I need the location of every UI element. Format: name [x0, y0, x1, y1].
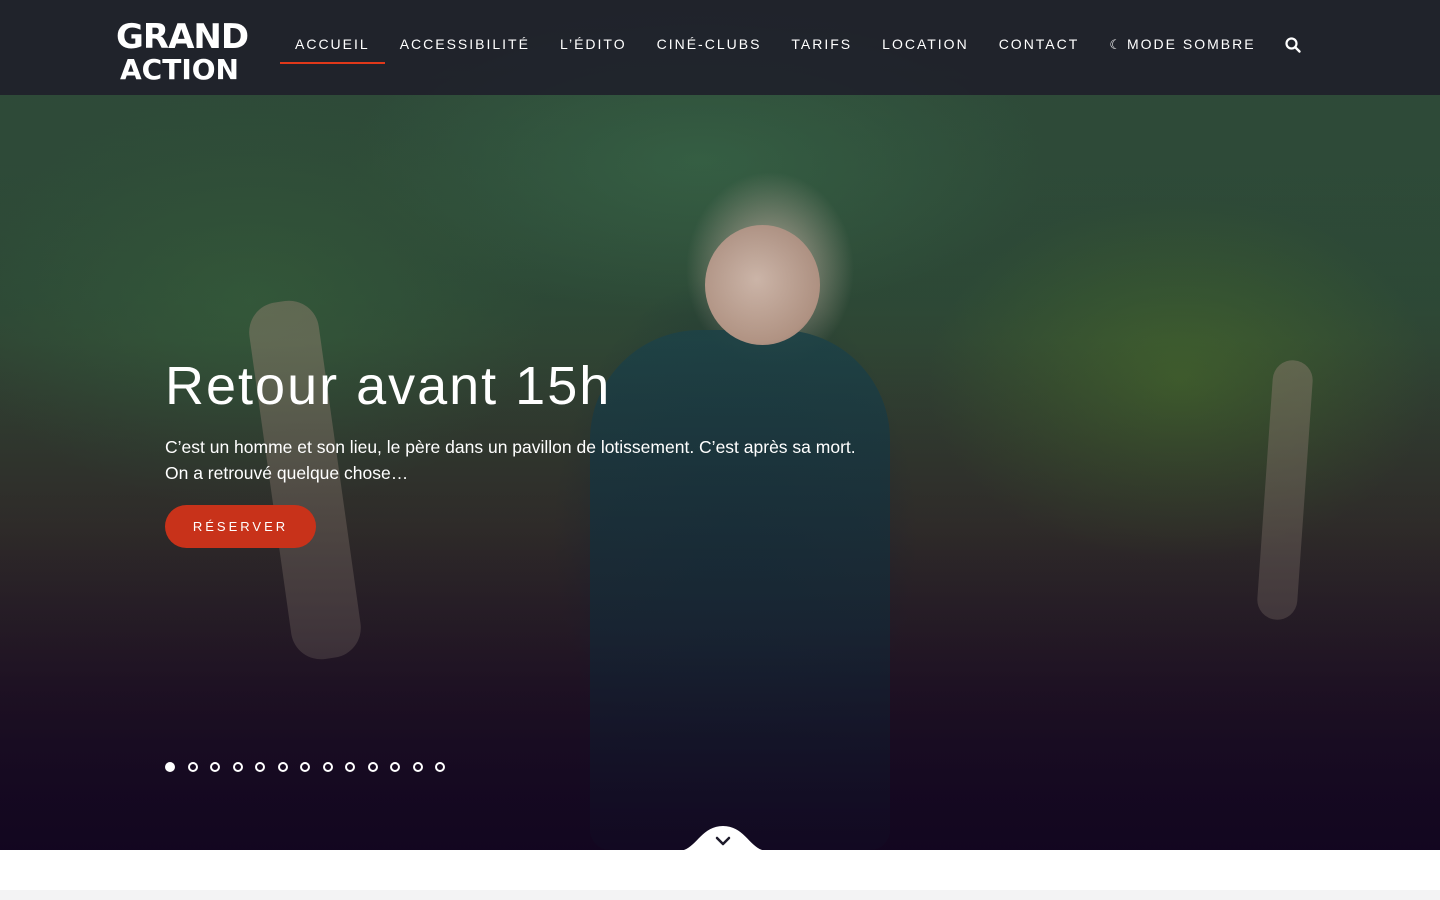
- section-divider: [0, 890, 1440, 900]
- nav-item-l-edito[interactable]: L’ÉDITO: [545, 0, 642, 95]
- nav-item-label: CINÉ-CLUBS: [656, 36, 762, 52]
- nav-item-label: L’ÉDITO: [559, 36, 627, 52]
- slider-dot[interactable]: [187, 762, 198, 772]
- site-header: GRAND ACTION ACCUEIL ACCESSIBILITÉ L’ÉDITO…: [0, 0, 1440, 95]
- grand-action-logo[interactable]: GRAND ACTION: [116, 6, 256, 86]
- hero-title: Retour avant 15h: [165, 356, 612, 416]
- main-nav: ACCUEIL ACCESSIBILITÉ L’ÉDITO CINÉ-CLUBS TAR…: [280, 0, 1271, 95]
- hero-description: C’est un homme et son lieu, le père dans…: [165, 434, 925, 486]
- nav-item-mode-sombre[interactable]: ☾ MODE SOMBRE: [1094, 0, 1270, 95]
- slider-dot[interactable]: [390, 762, 400, 772]
- nav-item-label: ACCUEIL: [295, 36, 370, 52]
- nav-item-label: MODE SOMBRE: [1126, 36, 1256, 52]
- nav-item-accueil[interactable]: ACCUEIL: [280, 0, 385, 95]
- logo-line: GRAND: [116, 17, 249, 57]
- slider-pagination: [165, 762, 458, 772]
- hero-description-line: C’est un homme et son lieu, le père dans…: [165, 437, 856, 457]
- slider-dot[interactable]: [165, 762, 175, 772]
- hero-overlay: [0, 0, 1440, 850]
- reserve-button[interactable]: RÉSERVER: [165, 505, 316, 548]
- nav-item-contact[interactable]: CONTACT: [984, 0, 1095, 95]
- logo-line: ACTION: [120, 53, 239, 86]
- slider-dot[interactable]: [255, 762, 265, 772]
- slider-dot[interactable]: [232, 762, 243, 772]
- nav-item-cine-clubs[interactable]: CINÉ-CLUBS: [642, 0, 777, 95]
- search-icon[interactable]: [1284, 36, 1302, 54]
- slider-dot[interactable]: [210, 762, 220, 772]
- hero-banner: Retour avant 15h C’est un homme et son l…: [0, 0, 1440, 850]
- slider-dot[interactable]: [322, 762, 333, 772]
- nav-item-label: LOCATION: [882, 36, 969, 52]
- nav-item-label: CONTACT: [998, 36, 1080, 52]
- nav-item-tarifs[interactable]: TARIFS: [776, 0, 867, 95]
- moon-icon: ☾: [1109, 37, 1123, 52]
- slider-dot[interactable]: [345, 762, 355, 772]
- hero-description-line: On a retrouvé quelque chose…: [165, 463, 409, 483]
- slider-dot[interactable]: [435, 762, 445, 772]
- slider-dot[interactable]: [367, 762, 378, 772]
- nav-item-location[interactable]: LOCATION: [867, 0, 984, 95]
- nav-item-label: ACCESSIBILITÉ: [399, 36, 530, 52]
- slider-dot[interactable]: [277, 762, 288, 772]
- nav-item-label: TARIFS: [791, 36, 853, 52]
- slider-dot[interactable]: [412, 762, 423, 772]
- nav-item-accessibilite[interactable]: ACCESSIBILITÉ: [385, 0, 545, 95]
- content-section: [0, 850, 1440, 900]
- slider-dot[interactable]: [300, 762, 310, 772]
- scroll-down-button[interactable]: [678, 824, 768, 850]
